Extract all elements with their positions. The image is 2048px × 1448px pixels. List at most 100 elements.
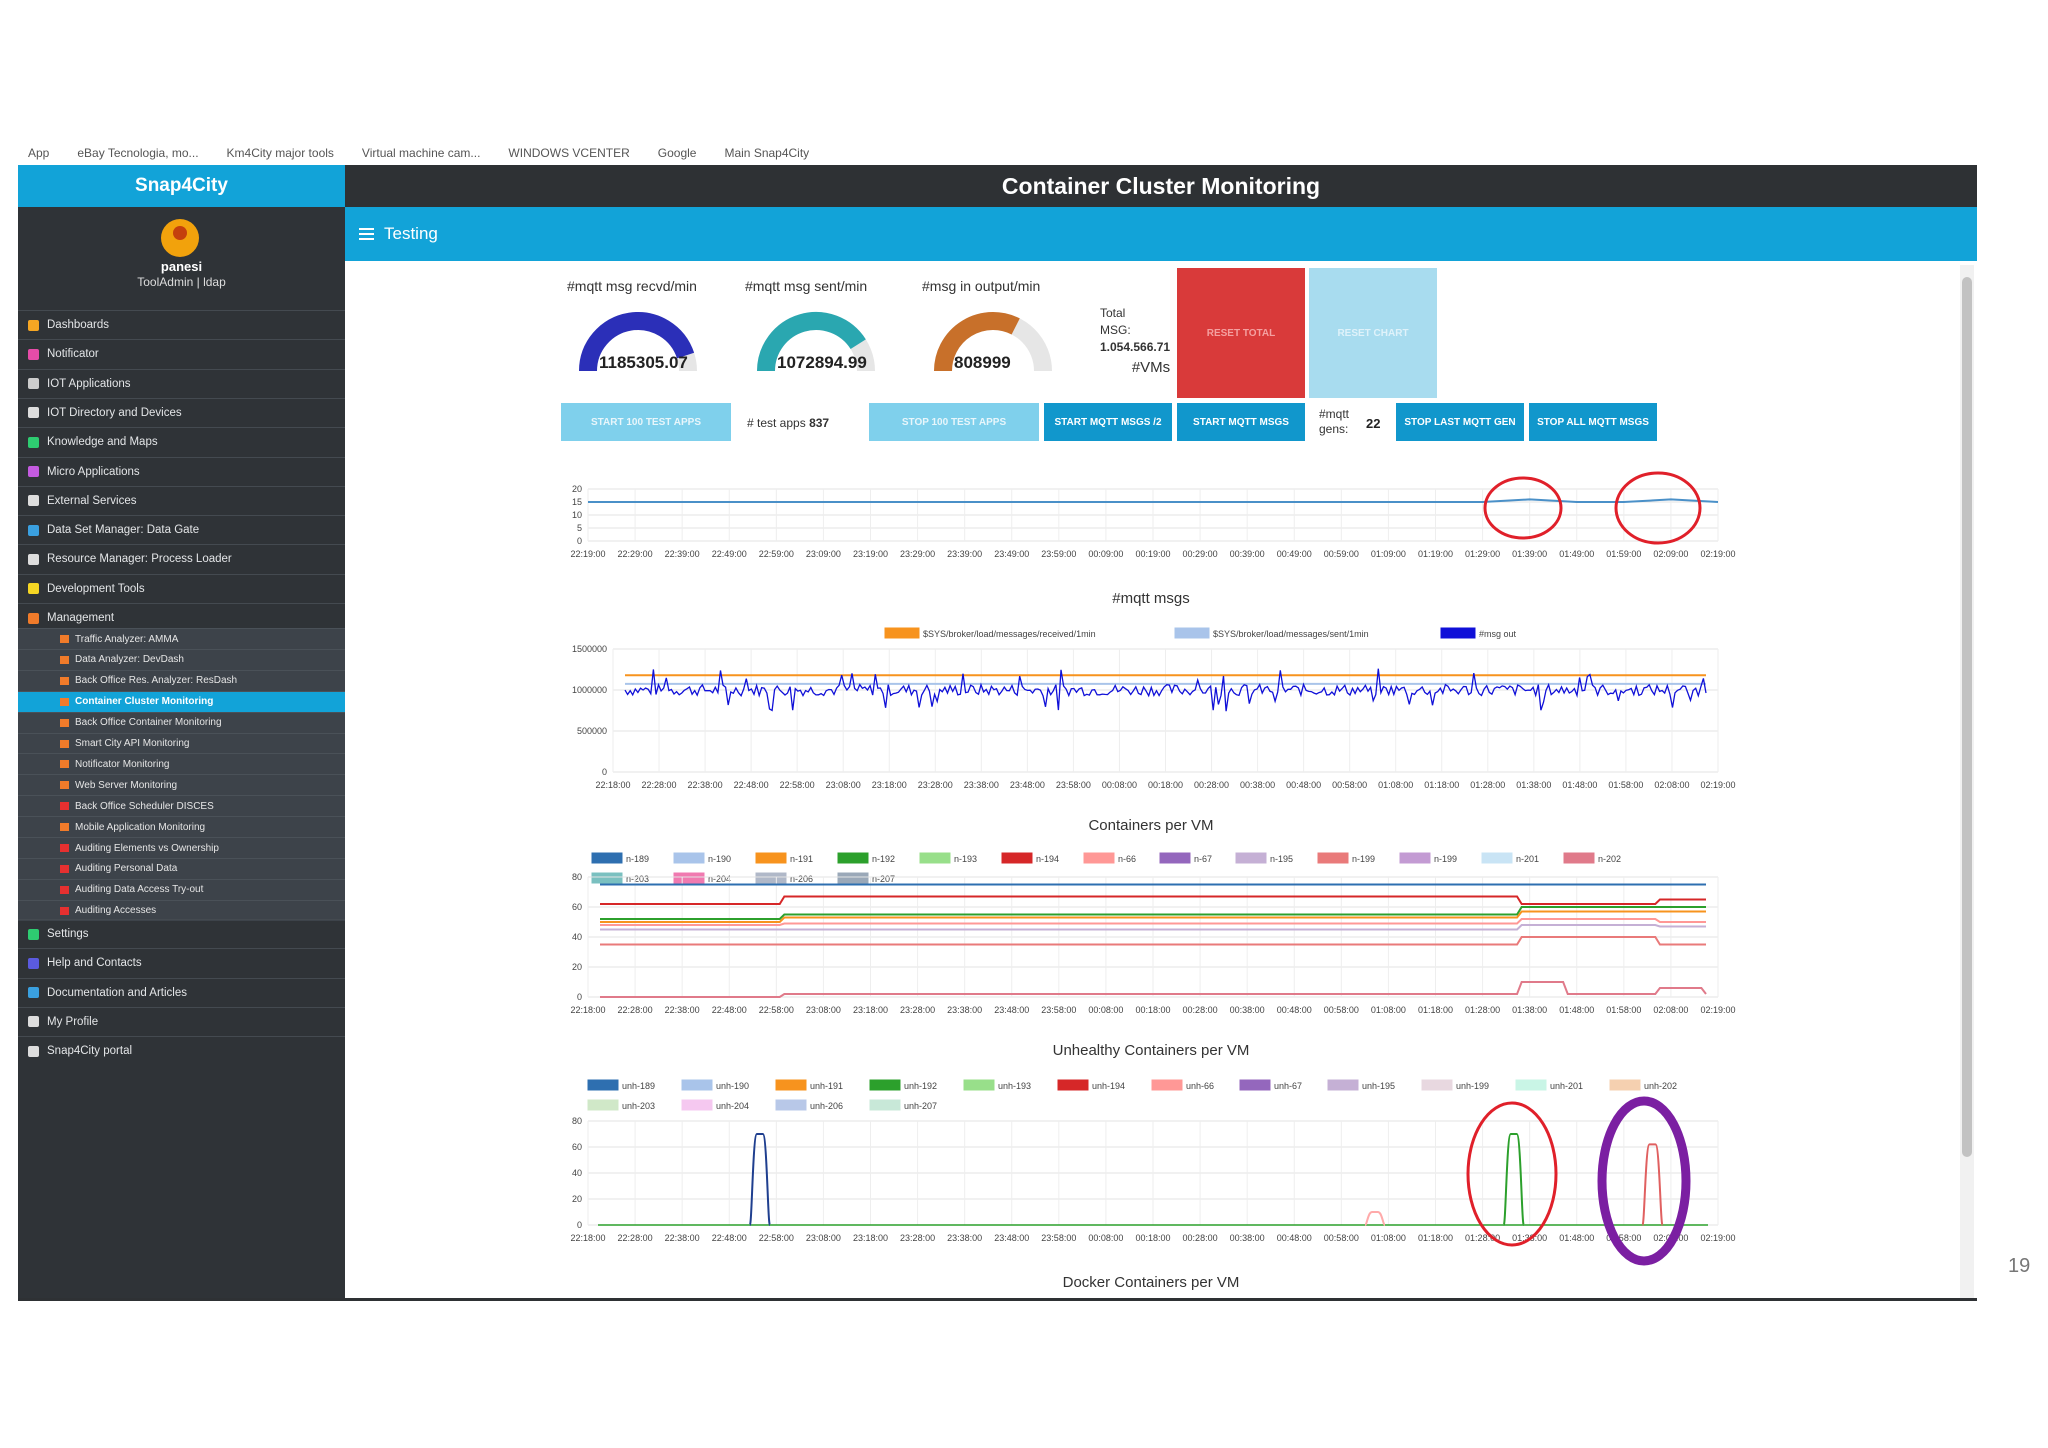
legend-label: n-199 [1352, 854, 1375, 864]
gauge-value: 1185305.07 [599, 353, 688, 372]
x-tick-label: 23:29:00 [900, 549, 935, 559]
chart-icon [60, 697, 69, 706]
bookmark-item[interactable]: Main Snap4City [724, 146, 809, 160]
bookmark-item[interactable]: Google [658, 146, 697, 160]
x-tick-label: 01:58:00 [1606, 1005, 1641, 1015]
sidebar-subitem-label: Web Server Monitoring [75, 779, 178, 791]
x-tick-label: 02:19:00 [1700, 780, 1735, 790]
x-tick-label: 00:08:00 [1102, 780, 1137, 790]
y-tick-label: 40 [572, 932, 582, 942]
sidebar-item[interactable]: Snap4City portal [18, 1036, 345, 1065]
legend-swatch [1239, 1079, 1271, 1091]
sidebar-item-label: Resource Manager: Process Loader [47, 553, 232, 566]
x-tick-label: 00:28:00 [1183, 1005, 1218, 1015]
y-tick-label: 80 [572, 872, 582, 882]
x-tick-label: 01:39:00 [1512, 549, 1547, 559]
x-tick-label: 01:08:00 [1371, 1005, 1406, 1015]
sidebar-subitem[interactable]: Traffic Analyzer: AMMA [18, 628, 345, 649]
section-title[interactable]: Testing [384, 224, 438, 244]
menu-item-icon [28, 319, 39, 331]
legend-swatch [1481, 852, 1513, 864]
legend-swatch [1609, 1079, 1641, 1091]
x-tick-label: 23:18:00 [853, 1005, 888, 1015]
gauge-title: #mqtt msg sent/min [745, 278, 868, 294]
sidebar-item[interactable]: Development Tools [18, 573, 345, 603]
menu-icon[interactable] [359, 228, 374, 240]
sidebar-subitem-label: Data Analyzer: DevDash [75, 654, 184, 666]
legend-label: unh-67 [1274, 1081, 1302, 1091]
bookmark-item[interactable]: WINDOWS VCENTER [508, 146, 629, 160]
scrollbar[interactable] [1960, 265, 1974, 1298]
x-tick-label: 00:48:00 [1286, 780, 1321, 790]
sidebar-item[interactable]: Data Set Manager: Data Gate [18, 515, 345, 544]
bookmark-item[interactable]: eBay Tecnologia, mo... [77, 146, 198, 160]
legend-swatch [775, 1099, 807, 1111]
x-tick-label: 01:28:00 [1470, 780, 1505, 790]
sidebar-item-label: My Profile [47, 1015, 99, 1028]
x-tick-label: 22:18:00 [570, 1233, 605, 1243]
brand-logo[interactable]: Snap4City [18, 165, 345, 207]
sidebar-subitem[interactable]: Container Cluster Monitoring [18, 690, 345, 712]
sidebar-subitem-label: Smart City API Monitoring [75, 738, 190, 749]
sidebar-item[interactable]: IOT Directory and Devices [18, 397, 345, 427]
x-tick-label: 01:38:00 [1516, 780, 1551, 790]
sidebar-item-label: Help and Contacts [47, 957, 142, 970]
sidebar-item[interactable]: Help and Contacts [18, 948, 345, 977]
x-tick-label: 23:58:00 [1041, 1233, 1076, 1243]
bookmarks-bar: App eBay Tecnologia, mo... Km4City major t… [18, 142, 1978, 164]
bookmark-item[interactable]: Km4City major tools [227, 146, 334, 160]
sidebar-item[interactable]: Resource Manager: Process Loader [18, 544, 345, 573]
sidebar-subitem[interactable]: Auditing Personal Data [18, 857, 345, 879]
charts-area: #VMs 20 15 10 5 0 22:19:00 22:29:00 22:39:00 22:4… [570, 359, 1735, 1291]
sidebar-item[interactable]: Knowledge and Maps [18, 427, 345, 456]
scrollbar-thumb[interactable] [1962, 277, 1972, 1157]
legend-label: unh-201 [1550, 1081, 1583, 1091]
sidebar-subitem[interactable]: Back Office Res. Analyzer: ResDash [18, 669, 345, 691]
sidebar-item[interactable]: Notificator [18, 339, 345, 368]
sidebar-subitem-label: Notificator Monitoring [75, 758, 170, 770]
legend-swatch [1001, 852, 1033, 864]
sidebar-subitem[interactable]: Back Office Scheduler DISCES [18, 795, 345, 817]
menu-item-icon [28, 436, 39, 448]
menu-item-icon [28, 928, 39, 940]
sidebar-subitem[interactable]: Auditing Elements vs Ownership [18, 837, 345, 858]
x-tick-label: 01:29:00 [1465, 549, 1500, 559]
chart-icon [60, 635, 69, 643]
bookmark-item[interactable]: App [28, 146, 49, 160]
sidebar-subitem[interactable]: Back Office Container Monitoring [18, 711, 345, 733]
sidebar-item[interactable]: Dashboards [18, 310, 345, 339]
sidebar-item[interactable]: My Profile [18, 1006, 345, 1036]
x-tick-label: 22:28:00 [618, 1233, 653, 1243]
y-tick-label: 60 [572, 1142, 582, 1152]
sidebar-subitem[interactable]: Web Server Monitoring [18, 774, 345, 796]
sidebar-subitem[interactable]: Auditing Data Access Try-out [18, 878, 345, 900]
sidebar-item[interactable]: Documentation and Articles [18, 977, 345, 1007]
chart-icon [60, 739, 69, 748]
avatar[interactable] [161, 219, 199, 257]
sidebar-subitem[interactable]: Mobile Application Monitoring [18, 816, 345, 838]
bookmark-item[interactable]: Virtual machine cam... [362, 146, 481, 160]
legend-label: unh-192 [904, 1081, 937, 1091]
x-tick-label: 01:48:00 [1562, 780, 1597, 790]
legend-label: unh-190 [716, 1081, 749, 1091]
sidebar-subitem[interactable]: Smart City API Monitoring [18, 732, 345, 754]
sidebar-subitem[interactable]: Auditing Accesses [18, 899, 345, 921]
chart-icon [60, 760, 69, 769]
legend-label: n-202 [1598, 854, 1621, 864]
chart-icon [60, 718, 69, 727]
y-tick-label: 500000 [577, 726, 607, 736]
sidebar-item[interactable]: Settings [18, 919, 345, 948]
legend-swatch [1151, 1079, 1183, 1091]
sidebar-subitem[interactable]: Data Analyzer: DevDash [18, 648, 345, 670]
x-tick-label: 22:59:00 [759, 549, 794, 559]
legend-label: n-67 [1194, 854, 1212, 864]
legend-label: unh-206 [810, 1101, 843, 1111]
sidebar-item[interactable]: External Services [18, 485, 345, 515]
sidebar-item-label: IOT Applications [47, 377, 131, 390]
sidebar-item[interactable]: IOT Applications [18, 368, 345, 398]
sidebar-subitem[interactable]: Notificator Monitoring [18, 753, 345, 775]
x-tick-label: 23:48:00 [994, 1233, 1029, 1243]
legend-swatch [1057, 1079, 1089, 1091]
sidebar-item[interactable]: Micro Applications [18, 456, 345, 486]
x-tick-label: 22:48:00 [712, 1005, 747, 1015]
